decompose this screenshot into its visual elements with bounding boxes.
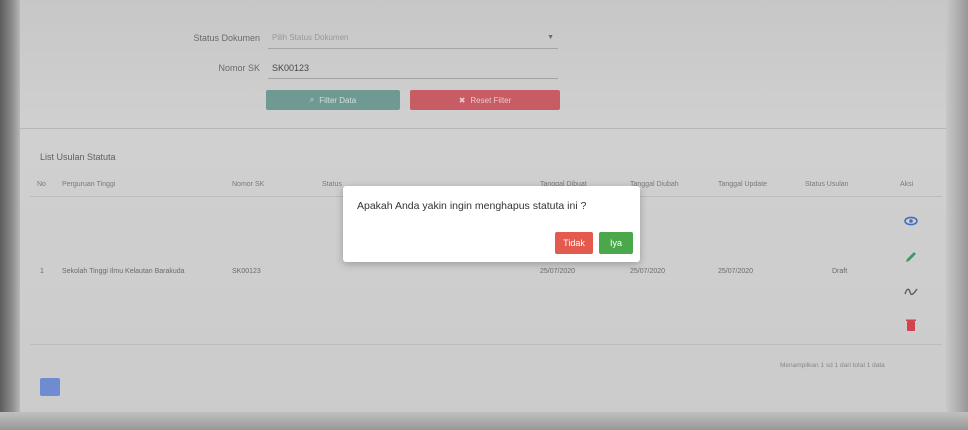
cancel-button[interactable]: Tidak [555, 232, 593, 254]
confirm-button[interactable]: Iya [599, 232, 633, 254]
page-background: Status Dokumen Pilih Status Dokumen ▼ No… [0, 0, 968, 430]
dialog-message: Apakah Anda yakin ingin menghapus statut… [357, 200, 587, 212]
confirm-delete-dialog: Apakah Anda yakin ingin menghapus statut… [343, 186, 640, 262]
